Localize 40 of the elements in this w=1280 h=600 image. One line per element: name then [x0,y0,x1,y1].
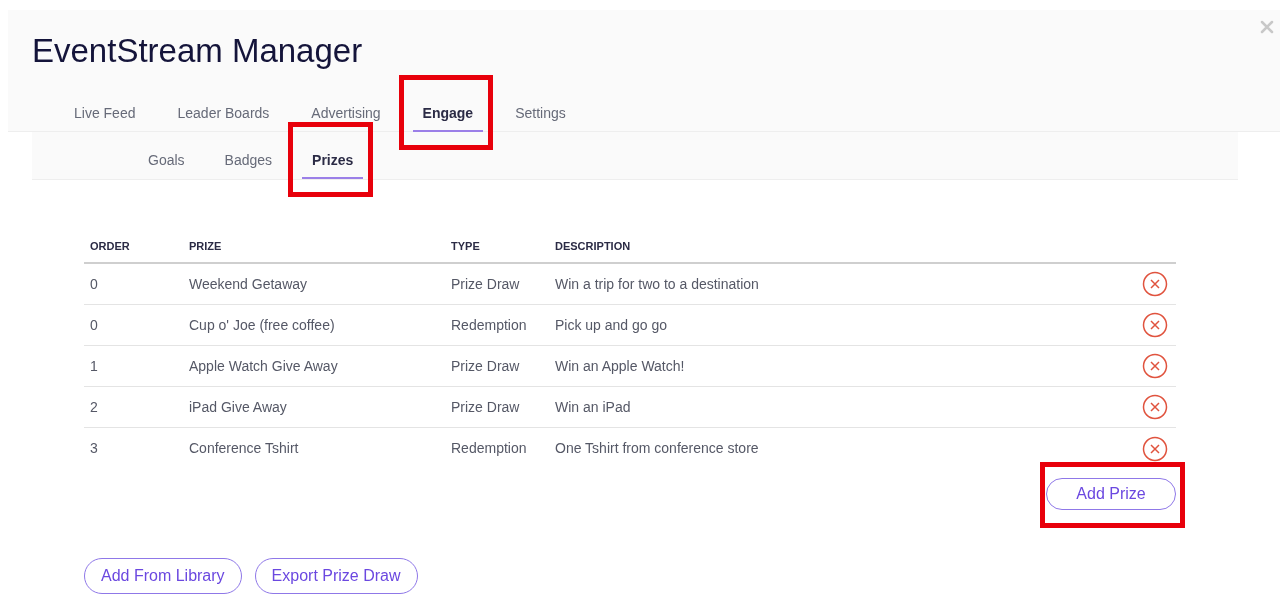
footer-button[interactable]: Add From Library [84,558,242,594]
table-cell-text: 0 [90,315,99,335]
table-cell-text: Prize Draw [451,274,521,294]
table-cell-text: Redemption [451,315,528,335]
table-cell-text: Weekend Getaway [189,274,309,294]
table-cell-text: Apple Watch Give Away [189,356,339,376]
table-cell-text: Win an iPad [555,397,632,417]
column-header: DESCRIPTION [555,239,632,254]
nav-tab[interactable]: Settings [505,103,576,132]
table-cell-text: Conference Tshirt [189,439,300,458]
column-header: ORDER [90,239,131,254]
table-cell-text: 0 [90,274,99,294]
remove-icon[interactable] [1142,353,1168,379]
table-cell-text: Redemption [451,439,528,458]
window-title: EventStream Manager [32,31,363,71]
table-cell-text: 3 [90,439,99,458]
footer-button[interactable]: Export Prize Draw [254,558,418,594]
nav-tab[interactable]: Advertising [301,103,391,132]
table-cell-text: Pick up and go go [555,315,669,335]
table-cell-text: iPad Give Away [189,397,288,417]
remove-icon[interactable] [1142,271,1168,297]
remove-icon[interactable] [1142,435,1168,462]
table-cell-text: Win a trip for two to a destination [555,274,760,294]
table-cell-text: Cup o' Joe (free coffee) [189,315,336,335]
sub-tab[interactable]: Goals [138,150,195,179]
table-cell-text: 2 [90,397,99,417]
table-cell-text: Prize Draw [451,356,521,376]
table-cell-text: 1 [90,356,99,376]
nav-tab[interactable]: Leader Boards [167,103,280,132]
add-prize-button[interactable]: Add Prize [1046,478,1176,510]
sub-tab[interactable]: Badges [214,150,283,179]
remove-icon[interactable] [1142,394,1168,420]
nav-tab[interactable]: Live Feed [64,103,146,132]
table-cell-text: Win an Apple Watch! [555,356,686,376]
table-cell-text: Prize Draw [451,397,521,417]
remove-icon[interactable] [1142,312,1168,338]
table-cell-text: One Tshirt from conference store [555,439,760,458]
sub-tab[interactable]: Prizes [302,150,364,179]
column-header: TYPE [451,239,481,254]
column-header: PRIZE [189,239,223,254]
